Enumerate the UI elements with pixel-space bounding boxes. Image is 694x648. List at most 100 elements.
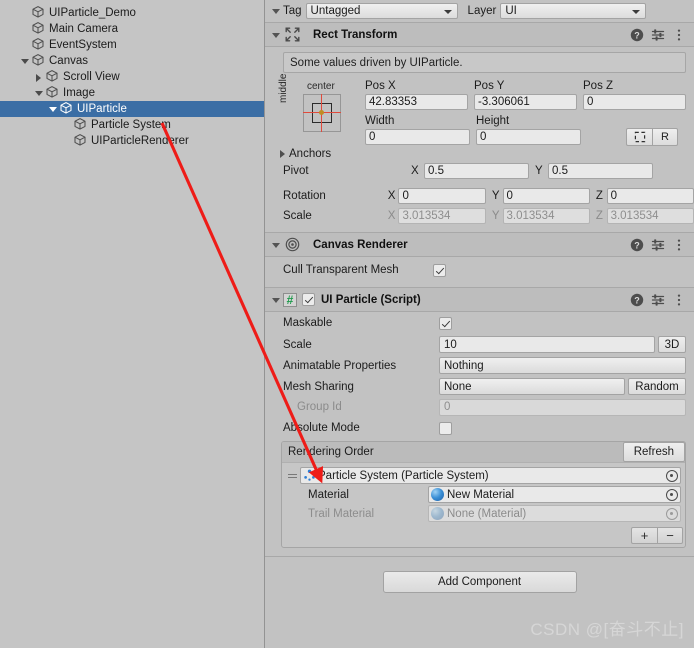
ui-particle-enabled-checkbox[interactable] xyxy=(302,293,315,306)
canvas-renderer-foldout-icon[interactable] xyxy=(269,235,283,255)
mesh-sharing-dropdown[interactable]: None xyxy=(439,378,625,395)
hierarchy-tree[interactable]: UIParticle_Demo Main Camera EventSystem Can… xyxy=(0,0,264,149)
rotation-row: Rotation X 0 Y 0 Z 0 xyxy=(265,187,694,205)
blueprint-mode-button[interactable] xyxy=(626,128,652,146)
drag-handle-icon[interactable] xyxy=(286,473,298,478)
preset-icon[interactable] xyxy=(651,238,665,252)
rendering-order-item[interactable]: Particle System (Particle System) xyxy=(286,466,681,485)
scale-y-input[interactable]: 3.013534 xyxy=(502,208,590,224)
width-input[interactable]: 0 xyxy=(365,129,470,145)
component-tools[interactable]: ? xyxy=(630,238,694,252)
animatable-properties-label: Animatable Properties xyxy=(283,359,397,372)
layer-dropdown[interactable]: UI xyxy=(500,3,647,19)
twisty-open-icon[interactable] xyxy=(46,101,59,117)
object-picker-icon[interactable] xyxy=(666,470,678,482)
more-options-icon[interactable] xyxy=(672,293,686,307)
trail-material-object-field[interactable]: None (Material) xyxy=(428,505,681,522)
rotation-label: Rotation xyxy=(283,190,326,202)
component-tools[interactable]: ? xyxy=(630,293,694,307)
game-object-icon xyxy=(31,37,47,53)
pos-x-input[interactable]: 42.83353 xyxy=(365,94,468,110)
mesh-sharing-row: Mesh Sharing None Random xyxy=(265,376,694,397)
help-icon[interactable]: ? xyxy=(630,293,644,307)
anchor-preset-graphic[interactable] xyxy=(303,94,341,132)
game-object-icon xyxy=(31,53,47,69)
height-input[interactable]: 0 xyxy=(476,129,581,145)
hierarchy-row[interactable]: UIParticle xyxy=(0,101,264,117)
tag-dropdown[interactable]: Untagged xyxy=(305,3,458,19)
rect-transform-foldout-icon[interactable] xyxy=(269,25,283,45)
hierarchy-row[interactable]: Canvas xyxy=(0,53,264,69)
rotation-y-input[interactable]: 0 xyxy=(502,188,590,204)
hierarchy-row[interactable]: EventSystem xyxy=(0,37,264,53)
rotation-z-input[interactable]: 0 xyxy=(606,188,694,204)
remove-entry-button[interactable]: − xyxy=(657,527,683,544)
scale-3d-toggle-button[interactable]: 3D xyxy=(658,336,686,353)
rotation-x-input[interactable]: 0 xyxy=(398,188,486,204)
rect-transform-body: center middle Pos X Pos Y Pos Z 42.83353… xyxy=(265,74,694,232)
animatable-properties-row: Animatable Properties Nothing xyxy=(265,355,694,376)
hierarchy-item-label: Scroll View xyxy=(63,71,120,83)
trail-material-value: None (Material) xyxy=(447,507,527,520)
preset-icon[interactable] xyxy=(651,293,665,307)
add-component-button[interactable]: Add Component xyxy=(382,571,577,593)
hierarchy-row[interactable]: Scroll View xyxy=(0,69,264,85)
absolute-mode-checkbox[interactable] xyxy=(439,421,452,435)
component-tools[interactable]: ? xyxy=(630,28,694,42)
twisty-open-icon[interactable] xyxy=(32,85,45,101)
material-object-field[interactable]: New Material xyxy=(428,486,681,503)
hierarchy-row[interactable]: Particle System xyxy=(0,117,264,133)
pos-y-input[interactable]: -3.306061 xyxy=(474,94,577,110)
object-picker-icon[interactable] xyxy=(666,508,678,520)
ui-particle-title: UI Particle (Script) xyxy=(321,293,421,306)
rendering-order-refresh-button[interactable]: Refresh xyxy=(622,442,685,462)
pos-z-input[interactable]: 0 xyxy=(583,94,686,110)
twisty-closed-icon[interactable] xyxy=(32,69,45,85)
hierarchy-row[interactable]: UIParticleRenderer xyxy=(0,133,264,149)
anchors-foldout-icon[interactable] xyxy=(277,147,289,161)
material-icon xyxy=(431,507,444,520)
pivot-y-input[interactable]: 0.5 xyxy=(548,163,653,179)
hierarchy-row[interactable]: UIParticle_Demo xyxy=(0,5,264,21)
hierarchy-row[interactable]: Main Camera xyxy=(0,21,264,37)
scale-x-input[interactable]: 3.013534 xyxy=(398,208,486,224)
rect-transform-icon xyxy=(283,27,301,43)
mesh-sharing-label: Mesh Sharing xyxy=(283,380,354,393)
material-row: Material New Material xyxy=(286,485,681,504)
mesh-sharing-random-button[interactable]: Random xyxy=(628,378,686,395)
more-options-icon[interactable] xyxy=(672,28,686,42)
inspector-panel[interactable]: Tag Untagged Layer UI Rect Transform ? S… xyxy=(265,0,694,648)
animatable-properties-dropdown[interactable]: Nothing xyxy=(439,357,686,374)
size-fields[interactable]: 0 0 R xyxy=(365,128,686,146)
hierarchy-row[interactable]: Image xyxy=(0,85,264,101)
particle-scale-input[interactable]: 10 xyxy=(439,336,655,353)
anchor-preset-widget[interactable]: center middle xyxy=(278,74,367,151)
position-fields[interactable]: 42.83353 -3.306061 0 xyxy=(365,94,686,110)
hierarchy-panel[interactable]: UIParticle_Demo Main Camera EventSystem Can… xyxy=(0,0,265,648)
twisty-open-icon[interactable] xyxy=(18,53,31,69)
tag-label: Tag xyxy=(283,5,302,17)
raw-edit-button[interactable]: R xyxy=(652,128,678,146)
ui-particle-foldout-icon[interactable] xyxy=(269,290,283,310)
group-id-input[interactable]: 0 xyxy=(439,398,686,416)
group-id-row: Group Id 0 xyxy=(265,397,694,417)
hierarchy-item-label: EventSystem xyxy=(49,39,117,51)
cull-transparent-mesh-checkbox[interactable] xyxy=(433,263,446,277)
ui-particle-header[interactable]: # UI Particle (Script) ? xyxy=(265,287,694,312)
particle-system-object-field[interactable]: Particle System (Particle System) xyxy=(300,467,681,484)
scale-z-input[interactable]: 3.013534 xyxy=(606,208,694,224)
twisty-open-icon[interactable] xyxy=(4,0,17,5)
object-picker-icon[interactable] xyxy=(666,489,678,501)
help-icon[interactable]: ? xyxy=(630,238,644,252)
maskable-checkbox[interactable] xyxy=(439,316,452,330)
object-header-foldout-icon[interactable] xyxy=(269,2,283,20)
pivot-x-input[interactable]: 0.5 xyxy=(424,163,529,179)
preset-icon[interactable] xyxy=(651,28,665,42)
add-entry-button[interactable]: + xyxy=(631,527,657,544)
more-options-icon[interactable] xyxy=(672,238,686,252)
rect-transform-header[interactable]: Rect Transform ? xyxy=(265,22,694,47)
canvas-renderer-header[interactable]: Canvas Renderer ? xyxy=(265,232,694,257)
help-icon[interactable]: ? xyxy=(630,28,644,42)
rect-transform-mode-buttons[interactable]: R xyxy=(626,128,678,146)
